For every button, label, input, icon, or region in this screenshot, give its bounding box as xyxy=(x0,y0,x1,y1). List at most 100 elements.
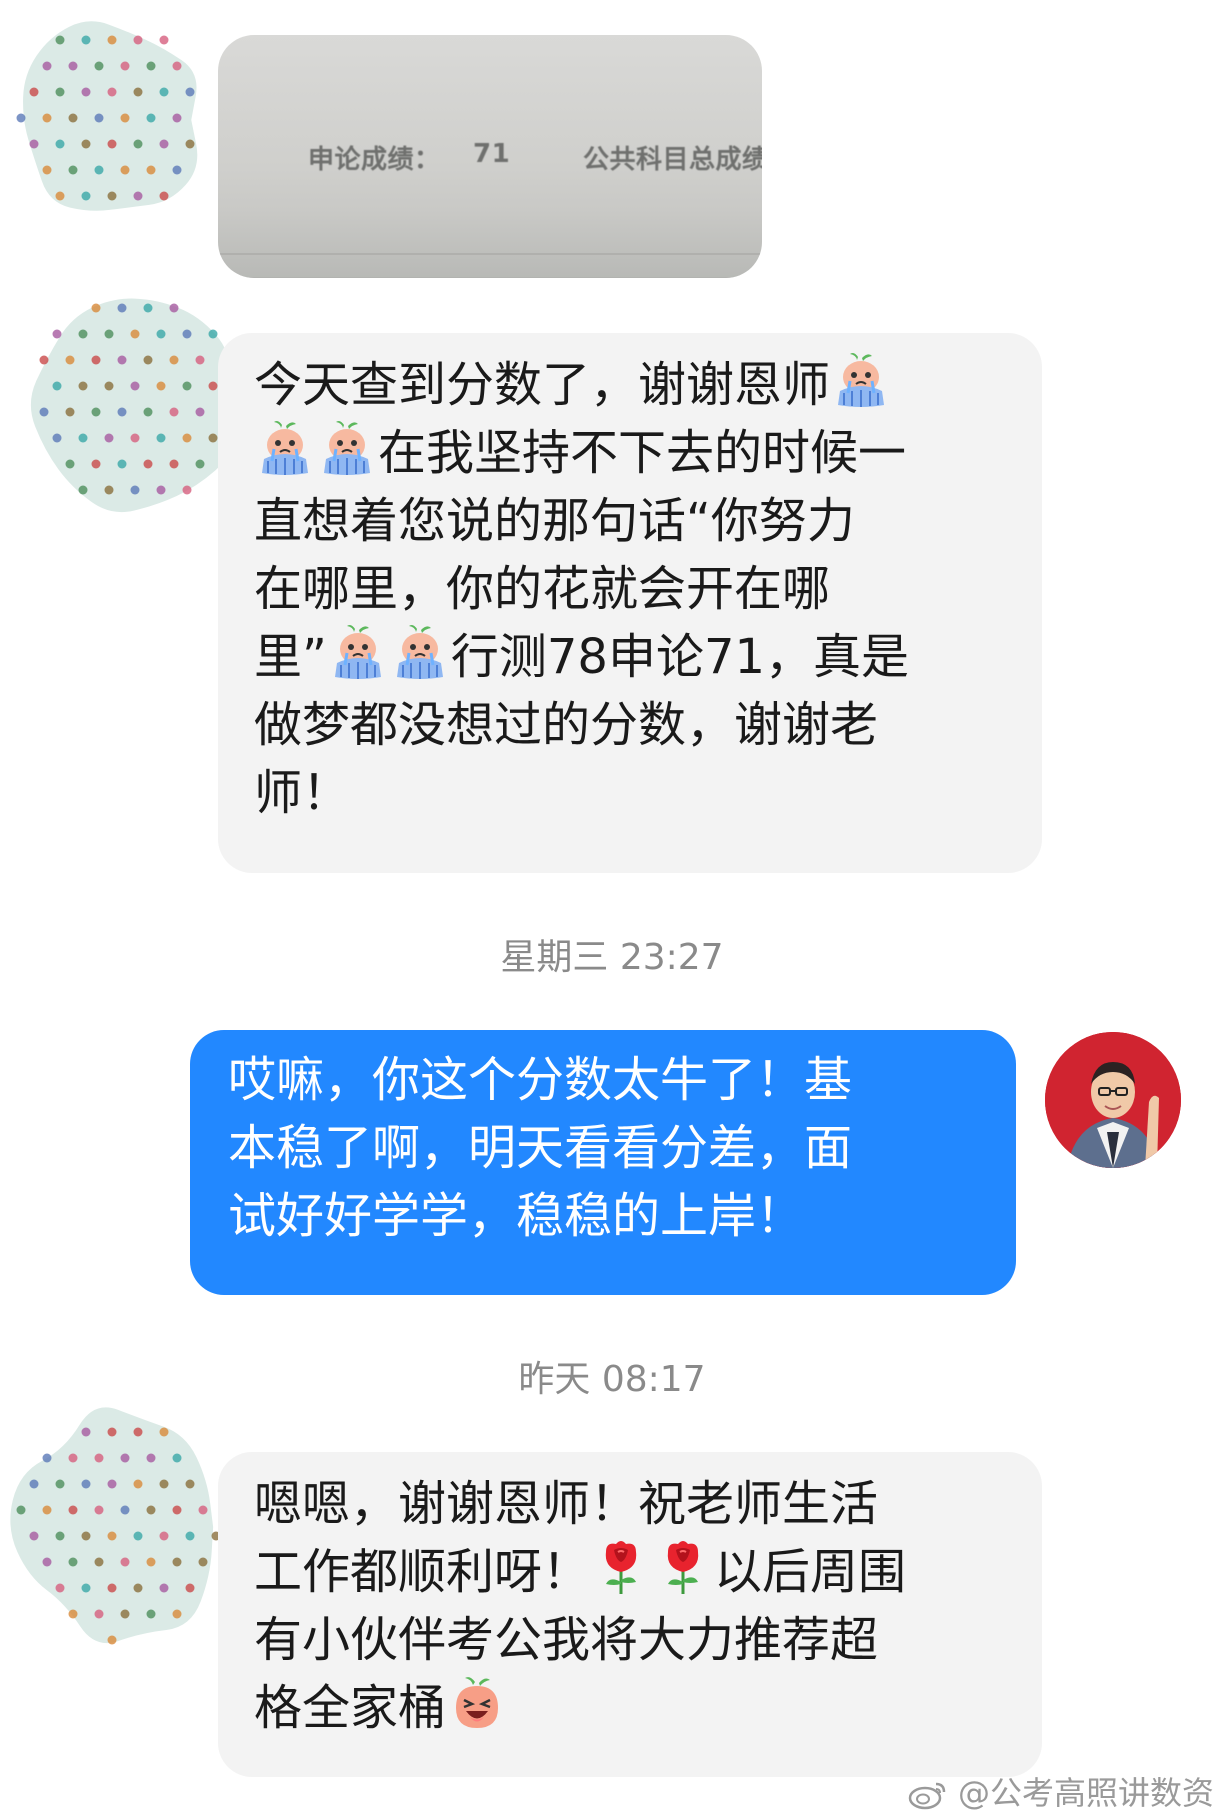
blob-dot xyxy=(182,381,192,391)
sender-avatar-blurred xyxy=(0,0,220,240)
blob-dot xyxy=(208,433,218,443)
message-line: 试好好学学，稳稳的上岸！ xyxy=(228,1182,976,1250)
crying-emoji-icon xyxy=(832,351,890,409)
blob-dot xyxy=(120,165,130,175)
blob-dot xyxy=(172,61,182,71)
blob-dot xyxy=(117,459,127,469)
blob-dot xyxy=(133,35,143,45)
chat-timestamp: 昨天 08:17 xyxy=(518,1359,706,1400)
message-line: 嗯嗯，谢谢恩师！祝老师生活 xyxy=(254,1470,1002,1538)
blob-dot xyxy=(78,433,88,443)
blob-dot xyxy=(120,113,130,123)
photo-crease xyxy=(218,277,762,278)
blob-dot xyxy=(42,1505,52,1515)
outgoing-message-bubble[interactable]: 哎嘛，你这个分数太牛了！基 本稳了啊，明天看看分差，面 试好好学学，稳稳的上岸！ xyxy=(190,1030,1016,1295)
blob-dot xyxy=(185,1479,195,1489)
blob-dot xyxy=(120,1557,130,1567)
blob-dot xyxy=(146,1453,156,1463)
blob-dot xyxy=(133,1479,143,1489)
message-text: 做梦都没想过的分数，谢谢老 xyxy=(254,697,879,753)
message-text: 直想着您说的那句话“你努力 xyxy=(254,493,855,549)
blob-dot xyxy=(52,433,62,443)
crying-emoji-icon xyxy=(391,623,449,681)
message-line: 哎嘛，你这个分数太牛了！基 xyxy=(228,1046,976,1114)
blob-dot xyxy=(104,381,114,391)
blob-dot xyxy=(195,355,205,365)
blob-dot xyxy=(169,355,179,365)
blob-dot xyxy=(172,113,182,123)
sender-avatar-blurred xyxy=(0,1392,240,1662)
blob-dot xyxy=(117,407,127,417)
blob-dot xyxy=(55,191,65,201)
blob-dot xyxy=(42,1557,52,1567)
message-line: 有小伙伴考公我将大力推荐超 xyxy=(254,1606,1002,1674)
blob-dot xyxy=(94,61,104,71)
blob-dot xyxy=(42,1453,52,1463)
blob-dot xyxy=(133,191,143,201)
blob-dot xyxy=(29,1531,39,1541)
blob-dot xyxy=(130,433,140,443)
blob-shape xyxy=(30,298,232,513)
blob-dot xyxy=(68,61,78,71)
message-line: 师！ xyxy=(254,759,1002,827)
message-text: 格全家桶 xyxy=(254,1680,447,1736)
blob-dot xyxy=(81,1531,91,1541)
blob-dot xyxy=(68,165,78,175)
incoming-message-bubble[interactable]: 今天查到分数了，谢谢恩师 在我坚持不下去的时候一 直想着您说的那句话“你努力 在… xyxy=(218,333,1042,873)
blob-dot xyxy=(91,407,101,417)
blob-dot xyxy=(117,303,127,313)
blob-dot xyxy=(195,407,205,417)
blob-dot xyxy=(39,407,49,417)
blob-dot xyxy=(156,485,166,495)
blob-dot xyxy=(133,139,143,149)
rose-emoji-icon xyxy=(654,1538,712,1596)
blob-dot xyxy=(68,1609,78,1619)
blob-dot xyxy=(65,355,75,365)
teacher-avatar[interactable] xyxy=(1045,1032,1181,1168)
blob-dot xyxy=(107,87,117,97)
watermark-text: @公考高照讲数资 xyxy=(957,1774,1214,1812)
blob-dot xyxy=(120,1609,130,1619)
score-photo-message[interactable]: 申论成绩： 71 公共科目总成绩 xyxy=(218,35,762,278)
blob-dot xyxy=(185,1583,195,1593)
blob-dot xyxy=(94,113,104,123)
photo-essay-score-value: 71 xyxy=(473,139,511,169)
blob-dot xyxy=(159,87,169,97)
blob-dot xyxy=(159,191,169,201)
blob-dot xyxy=(78,485,88,495)
blob-dot xyxy=(117,355,127,365)
message-line: 在哪里，你的花就会开在哪 xyxy=(254,555,1002,623)
blob-dot xyxy=(159,35,169,45)
blob-dot xyxy=(107,1479,117,1489)
blob-dot xyxy=(42,61,52,71)
blob-dot xyxy=(146,1557,156,1567)
blob-dot xyxy=(107,1635,117,1645)
blob-dot xyxy=(91,355,101,365)
crying-emoji-icon xyxy=(329,623,387,681)
blob-dot xyxy=(52,329,62,339)
message-line: 做梦都没想过的分数，谢谢老 xyxy=(254,691,1002,759)
blob-dot xyxy=(159,1427,169,1437)
blob-dot xyxy=(42,165,52,175)
chat-timestamp: 星期三 23:27 xyxy=(500,937,724,978)
message-text: 在哪里，你的花就会开在哪 xyxy=(254,561,831,617)
laughing-emoji-icon xyxy=(448,1674,506,1732)
blob-dot xyxy=(182,329,192,339)
blob-dot xyxy=(182,485,192,495)
message-text: 试好好学学，稳稳的上岸！ xyxy=(228,1188,805,1244)
blob-dot xyxy=(120,1453,130,1463)
blob-dot xyxy=(182,433,192,443)
blob-dot xyxy=(133,1531,143,1541)
blob-dot xyxy=(133,1583,143,1593)
blob-dot xyxy=(107,191,117,201)
incoming-message-bubble[interactable]: 嗯嗯，谢谢恩师！祝老师生活 工作都顺利呀！ 以后周围 有小伙伴考公我将大力推荐超 … xyxy=(218,1452,1042,1777)
blob-dot xyxy=(55,1583,65,1593)
blob-dot xyxy=(94,1609,104,1619)
blob-dot xyxy=(146,1505,156,1515)
blob-dot xyxy=(81,139,91,149)
blob-dot xyxy=(29,1479,39,1489)
blob-dot xyxy=(143,459,153,469)
blob-dot xyxy=(91,459,101,469)
blob-dot xyxy=(146,165,156,175)
blob-dot xyxy=(156,433,166,443)
